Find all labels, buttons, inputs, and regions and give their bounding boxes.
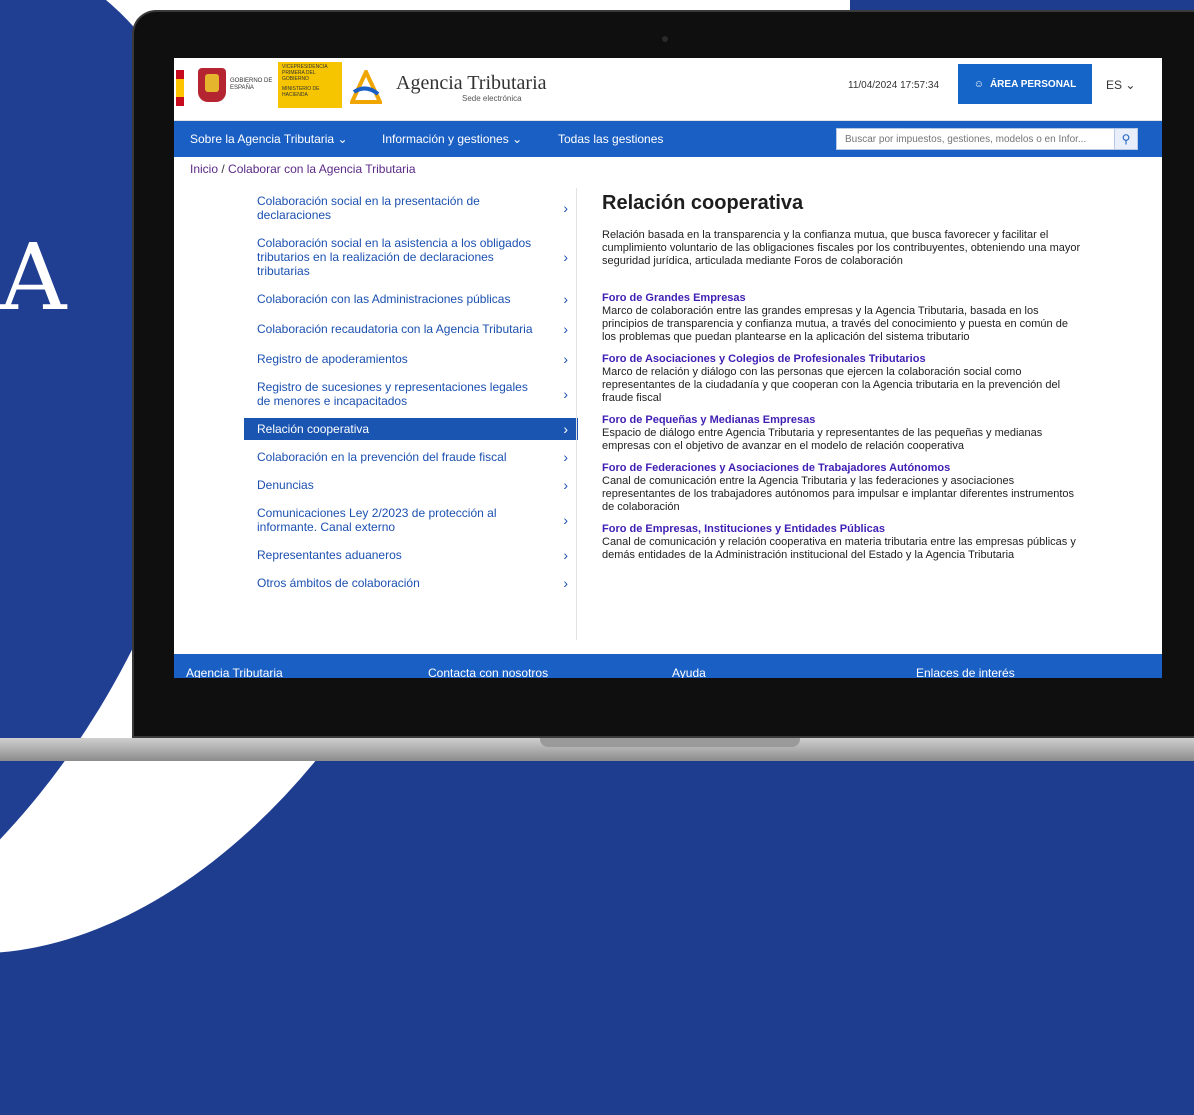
site-name[interactable]: Agencia Tributaria xyxy=(396,72,547,95)
intro-text: Relación basada en la transparencia y la… xyxy=(602,229,1081,267)
forum-title-link[interactable]: Foro de Grandes Empresas xyxy=(602,292,1082,305)
sidebar-item-label: Comunicaciones Ley 2/2023 de protección … xyxy=(257,506,497,534)
main-content: Relación cooperativa Relación basada en … xyxy=(602,192,1082,571)
background-letter: A xyxy=(0,224,67,331)
chevron-right-icon: › xyxy=(563,200,568,216)
agencia-logo-icon[interactable] xyxy=(350,70,382,104)
footer-link[interactable]: Ayuda xyxy=(672,666,706,678)
forum-description: Canal de comunicación entre la Agencia T… xyxy=(602,475,1075,513)
search-button[interactable]: ⚲ xyxy=(1114,128,1138,150)
breadcrumb-current[interactable]: Colaborar con la Agencia Tributaria xyxy=(228,162,415,176)
chevron-right-icon: › xyxy=(563,321,568,337)
forum-item: Foro de Asociaciones y Colegios de Profe… xyxy=(602,353,1082,405)
chevron-right-icon: › xyxy=(563,575,568,591)
chevron-right-icon: › xyxy=(563,249,568,265)
sidebar-item[interactable]: Representantes aduaneros › xyxy=(244,544,578,566)
forum-title-link[interactable]: Foro de Federaciones y Asociaciones de T… xyxy=(602,462,1082,475)
breadcrumb-separator: / xyxy=(221,162,225,176)
search-input[interactable] xyxy=(836,128,1116,150)
main-nav: Sobre la Agencia Tributaria ⌄ Informació… xyxy=(174,121,1162,157)
sidebar-item[interactable]: Denuncias › xyxy=(244,474,578,496)
breadcrumb: Inicio / Colaborar con la Agencia Tribut… xyxy=(190,162,416,176)
nav-item-informacion[interactable]: Información y gestiones ⌄ xyxy=(382,132,522,146)
site-footer: Agencia Tributaria Contacta con nosotros… xyxy=(174,654,1162,678)
sidebar-item-label: Colaboración recaudatoria con la Agencia… xyxy=(257,322,533,336)
sidebar-item-label: Otros ámbitos de colaboración xyxy=(257,576,420,590)
sidebar-item[interactable]: Registro de apoderamientos › xyxy=(244,348,578,370)
chevron-right-icon: › xyxy=(563,512,568,528)
language-label: ES xyxy=(1106,78,1123,92)
datetime: 11/04/2024 17:57:34 xyxy=(848,80,940,91)
nav-item-label: Información y gestiones xyxy=(382,132,509,146)
user-icon: ☺ xyxy=(973,78,984,90)
site-subtitle: Sede electrónica xyxy=(462,94,522,103)
sidebar-item-active[interactable]: Relación cooperativa › xyxy=(244,418,578,440)
site-header: GOBIERNO DE ESPAÑA VICEPRESIDENCIA PRIME… xyxy=(174,58,1162,121)
nav-item-todas[interactable]: Todas las gestiones xyxy=(558,132,663,146)
footer-link[interactable]: Contacta con nosotros xyxy=(428,666,548,678)
sidebar-item-label: Colaboración en la prevención del fraude… xyxy=(257,450,507,464)
vice-label: VICEPRESIDENCIA PRIMERA DEL GOBIERNO xyxy=(282,64,328,82)
flag-stripe xyxy=(176,70,184,106)
forum-description: Marco de colaboración entre las grandes … xyxy=(602,305,1068,343)
forum-description: Espacio de diálogo entre Agencia Tributa… xyxy=(602,427,1043,452)
nav-item-label: Sobre la Agencia Tributaria xyxy=(190,132,335,146)
ministry-block: VICEPRESIDENCIA PRIMERA DEL GOBIERNO MIN… xyxy=(278,62,342,108)
sidebar-item-label: Colaboración con las Administraciones pú… xyxy=(257,292,511,306)
chevron-right-icon: › xyxy=(563,547,568,563)
breadcrumb-home[interactable]: Inicio xyxy=(190,162,218,176)
sidebar-item-label: Registro de sucesiones y representacione… xyxy=(257,380,528,408)
chevron-right-icon: › xyxy=(563,449,568,465)
laptop-notch xyxy=(540,738,800,747)
chevron-down-icon: ⌄ xyxy=(337,132,348,146)
area-personal-label: ÁREA PERSONAL xyxy=(989,78,1077,90)
sidebar-item[interactable]: Colaboración social en la asistencia a l… xyxy=(244,232,578,282)
nav-item-sobre[interactable]: Sobre la Agencia Tributaria ⌄ xyxy=(190,132,348,146)
forum-description: Canal de comunicación y relación coopera… xyxy=(602,536,1076,561)
chevron-down-icon: ⌄ xyxy=(1125,78,1136,92)
forum-item: Foro de Empresas, Instituciones y Entida… xyxy=(602,523,1082,562)
forum-description: Marco de relación y diálogo con las pers… xyxy=(602,366,1061,404)
sidebar-item[interactable]: Colaboración social en la presentación d… xyxy=(244,190,578,226)
footer-link[interactable]: Enlaces de interés xyxy=(916,666,1015,678)
sidebar-item[interactable]: Colaboración recaudatoria con la Agencia… xyxy=(244,318,578,340)
page-title: Relación cooperativa xyxy=(602,192,804,214)
forum-title-link[interactable]: Foro de Empresas, Instituciones y Entida… xyxy=(602,523,1082,536)
footer-link[interactable]: Agencia Tributaria xyxy=(186,666,283,678)
sidebar-item[interactable]: Colaboración en la prevención del fraude… xyxy=(244,446,578,468)
language-selector[interactable]: ES ⌄ xyxy=(1106,78,1135,92)
sidebar-item[interactable]: Comunicaciones Ley 2/2023 de protección … xyxy=(244,502,578,538)
chevron-down-icon: ⌄ xyxy=(512,132,523,146)
ministry-label: MINISTERIO DE HACIENDA xyxy=(282,86,320,98)
chevron-right-icon: › xyxy=(563,421,568,437)
chevron-right-icon: › xyxy=(563,291,568,307)
sidebar-item[interactable]: Registro de sucesiones y representacione… xyxy=(244,376,578,412)
gov-label: GOBIERNO DE ESPAÑA xyxy=(230,78,273,91)
sidebar-item-label: Colaboración social en la presentación d… xyxy=(257,194,480,222)
search-icon: ⚲ xyxy=(1121,132,1131,146)
sidebar-menu: Colaboración social en la presentación d… xyxy=(244,190,578,594)
chevron-right-icon: › xyxy=(563,477,568,493)
column-divider xyxy=(576,188,577,640)
sidebar-item-label: Relación cooperativa xyxy=(257,422,370,436)
sidebar-item-label: Colaboración social en la asistencia a l… xyxy=(257,236,532,278)
forum-title-link[interactable]: Foro de Asociaciones y Colegios de Profe… xyxy=(602,353,1082,366)
nav-item-label: Todas las gestiones xyxy=(558,132,664,146)
forum-item: Foro de Grandes Empresas Marco de colabo… xyxy=(602,292,1082,344)
forum-item: Foro de Federaciones y Asociaciones de T… xyxy=(602,462,1082,514)
sidebar-item-label: Representantes aduaneros xyxy=(257,548,402,562)
spain-crest-icon xyxy=(198,68,226,102)
sidebar-item-label: Registro de apoderamientos xyxy=(257,352,408,366)
sidebar-item[interactable]: Otros ámbitos de colaboración › xyxy=(244,572,578,594)
area-personal-button[interactable]: ☺ ÁREA PERSONAL xyxy=(958,64,1092,104)
forum-item: Foro de Pequeñas y Medianas Empresas Esp… xyxy=(602,414,1082,453)
chevron-right-icon: › xyxy=(563,386,568,402)
chevron-right-icon: › xyxy=(563,351,568,367)
browser-screen: GOBIERNO DE ESPAÑA VICEPRESIDENCIA PRIME… xyxy=(174,58,1162,678)
camera-dot xyxy=(662,36,668,42)
sidebar-item[interactable]: Colaboración con las Administraciones pú… xyxy=(244,288,578,310)
forum-title-link[interactable]: Foro de Pequeñas y Medianas Empresas xyxy=(602,414,1082,427)
sidebar-item-label: Denuncias xyxy=(257,478,314,492)
